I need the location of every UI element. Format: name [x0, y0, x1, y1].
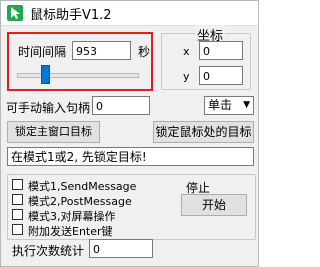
chevron-down-icon[interactable]: ▼: [243, 97, 250, 114]
y-input[interactable]: 0: [199, 66, 243, 85]
exec-count-input: 0: [89, 239, 153, 258]
x-label: x: [183, 45, 190, 58]
lock-mouse-target-button[interactable]: 锁定鼠标处的目标: [153, 121, 254, 143]
click-type-select[interactable]: 单击 ▼: [204, 96, 254, 115]
title-bar: 鼠标助手V1.2: [1, 1, 258, 26]
y-label: y: [183, 70, 190, 83]
mode3-label: 模式3,对屏幕操作: [28, 210, 116, 223]
mode1-checkbox[interactable]: [12, 179, 23, 190]
mode3-checkbox[interactable]: [12, 209, 23, 220]
x-input[interactable]: 0: [199, 41, 243, 60]
manual-input-label: 可手动输入句柄: [6, 101, 91, 115]
mode2-checkbox[interactable]: [12, 194, 23, 205]
enter-key-checkbox[interactable]: [12, 224, 23, 235]
exec-count-label: 执行次数统计: [12, 244, 85, 258]
start-button[interactable]: 开始: [181, 194, 247, 216]
main-window: 鼠标助手V1.2 时间间隔 953 秒 坐标 x 0 y 0 可手动输入句柄 0…: [0, 0, 259, 267]
slider-track: [17, 73, 139, 78]
interval-slider[interactable]: [15, 64, 139, 86]
interval-unit: 秒: [138, 45, 151, 59]
click-type-value: 单击: [208, 98, 233, 112]
enter-key-label: 附加发送Enter键: [28, 225, 113, 238]
interval-input[interactable]: 953: [72, 41, 131, 60]
mode2-label: 模式2,PostMessage: [28, 195, 132, 208]
slider-thumb[interactable]: [41, 65, 50, 84]
app-icon: [7, 5, 23, 21]
mode1-label: 模式1,SendMessage: [28, 180, 137, 193]
status-message: 在模式1或2, 先锁定目标!: [7, 147, 254, 166]
lock-main-window-button[interactable]: 锁定主窗口目标: [7, 121, 100, 143]
interval-label: 时间间隔: [18, 45, 67, 59]
window-title: 鼠标助手V1.2: [30, 8, 112, 23]
manual-handle-input[interactable]: 0: [92, 96, 150, 115]
